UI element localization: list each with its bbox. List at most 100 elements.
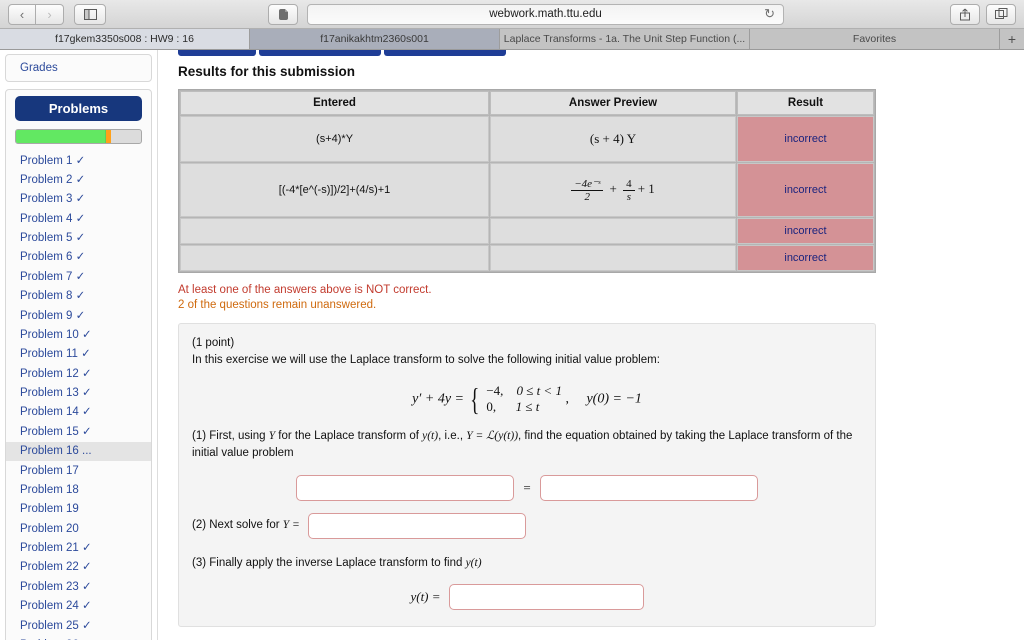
progress-bar — [15, 129, 142, 144]
piecewise-cases: −4, 0 ≤ t < 1 0, 1 ≤ t — [486, 383, 562, 416]
sidebar-item-grades[interactable]: Grades — [6, 60, 151, 76]
problem-correct-icon: ✓ — [72, 212, 86, 225]
results-table-head: Entered Answer Preview Result — [180, 91, 874, 115]
problem-label: Problem 12 — [20, 367, 79, 380]
sidebar-problem-6[interactable]: Problem 6 ✓ — [6, 248, 151, 267]
sidebar-problem-3[interactable]: Problem 3 ✓ — [6, 190, 151, 209]
sidebar-problem-2[interactable]: Problem 2 ✓ — [6, 170, 151, 189]
sidebar-problem-8[interactable]: Problem 8 ✓ — [6, 287, 151, 306]
sidebar-problem-17[interactable]: Problem 17 — [6, 461, 151, 480]
cell-entered — [180, 218, 490, 244]
problem-label: Problem 14 — [20, 406, 79, 419]
step1-text-b: for the Laplace transform of — [275, 430, 423, 442]
share-icon[interactable] — [950, 3, 980, 25]
problem-label: Problem 9 — [20, 309, 73, 322]
tab-0[interactable]: f17gkem3350s008 : HW9 : 16 — [0, 29, 250, 49]
sidebar-problem-21[interactable]: Problem 21 ✓ — [6, 539, 151, 558]
sidebar-problem-24[interactable]: Problem 24 ✓ — [6, 597, 151, 616]
step3-text: (3) Finally apply the inverse Laplace tr… — [192, 556, 466, 569]
answer-input-2[interactable] — [307, 512, 526, 539]
sidebar-problem-1[interactable]: Problem 1 ✓ — [6, 151, 151, 170]
problem-label: Problem 2 — [20, 173, 73, 186]
equals-sign: = — [523, 479, 531, 495]
evernote-extension-button[interactable] — [268, 3, 298, 25]
problem-label: Problem 8 — [20, 290, 73, 303]
sidebar-problem-12[interactable]: Problem 12 ✓ — [6, 364, 151, 383]
sidebar-problem-20[interactable]: Problem 20 — [6, 519, 151, 538]
sidebar-problem-26[interactable]: Problem 26 — [6, 635, 151, 640]
tab-label: f17gkem3350s008 : HW9 : 16 — [55, 33, 194, 45]
equation-comma: , — [565, 390, 569, 406]
sidebar-problem-5[interactable]: Problem 5 ✓ — [6, 229, 151, 248]
problem-label: Problem 1 — [20, 154, 73, 167]
cell-result: incorrect — [736, 218, 874, 244]
new-tab-button[interactable]: + — [1000, 29, 1024, 49]
share-glyph — [960, 8, 970, 20]
fraction-numerator: 4 — [626, 177, 632, 190]
sidebar-problem-19[interactable]: Problem 19 — [6, 500, 151, 519]
fraction-denominator: 2 — [571, 190, 604, 203]
progress-correct-segment — [16, 130, 106, 143]
problem-statement-box: (1 point) In this exercise we will use t… — [178, 323, 876, 627]
problem-label: Problem 11 — [20, 348, 78, 361]
nav-strip-segment — [259, 50, 381, 56]
problem-equation: y′ + 4y = { −4, 0 ≤ t < 1 0, 1 ≤ t , y(0… — [192, 383, 862, 416]
problem-step-3: (3) Finally apply the inverse Laplace tr… — [192, 555, 862, 572]
step1-text-c: , i.e., — [438, 430, 467, 442]
back-icon[interactable]: ‹ — [8, 3, 36, 25]
cell-answer-preview: −4e⁻ˢ 2 + 4 s + 1 — [490, 163, 736, 217]
tab-label: Favorites — [852, 33, 897, 45]
answer-row-1: = — [192, 474, 862, 501]
sidebar-problem-9[interactable]: Problem 9 ✓ — [6, 306, 151, 325]
problem-correct-icon: ✓ — [78, 542, 92, 554]
problem-correct-icon: ✓ — [72, 309, 86, 322]
sidebar-glyph — [83, 8, 97, 20]
preview-tail: + 1 — [637, 180, 655, 196]
step3-symbol-yt: y(t) — [465, 556, 482, 569]
nav-strip-segment — [178, 50, 256, 56]
problem-correct-icon: ✓ — [72, 154, 86, 167]
tab-1[interactable]: f17anikakhtm2360s001 — [250, 29, 500, 49]
cell-entered: [(-4*[e^(-s)])/2]+(4/s)+1 — [180, 163, 490, 217]
problem-label: Problem 23 — [20, 580, 79, 593]
tab-2[interactable]: Laplace Transforms - 1a. The Unit Step F… — [500, 29, 750, 49]
problem-label: Problem 6 — [20, 251, 73, 264]
url-input[interactable]: webwork.math.ttu.edu ↻ — [307, 3, 784, 25]
tabs-overview-icon[interactable] — [986, 3, 1016, 25]
sidebar-problem-14[interactable]: Problem 14 ✓ — [6, 403, 151, 422]
problem-label: Problem 17 — [20, 464, 79, 477]
cell-result: incorrect — [736, 163, 874, 217]
tab-label: Laplace Transforms - 1a. The Unit Step F… — [503, 33, 746, 45]
sidebar-problem-18[interactable]: Problem 18 — [6, 480, 151, 499]
fraction-denominator: s — [623, 189, 635, 203]
sidebar-problem-7[interactable]: Problem 7 ✓ — [6, 267, 151, 286]
sidebar-problem-10[interactable]: Problem 10 ✓ — [6, 325, 151, 344]
sidebar-problem-23[interactable]: Problem 23 ✓ — [6, 577, 151, 596]
results-table-body: (s+4)*Y (s + 4) Y incorrect [(-4*[e^(-s)… — [180, 116, 874, 271]
answer-input-1-right[interactable] — [539, 474, 758, 501]
problem-correct-icon: ✓ — [77, 348, 91, 361]
sidebar-problem-25[interactable]: Problem 25 ✓ — [6, 616, 151, 635]
sidebar-problem-15[interactable]: Problem 15 ✓ — [6, 422, 151, 441]
sidebar-problem-16[interactable]: Problem 16 ... — [6, 441, 151, 461]
problem-correct-icon: ✓ — [72, 232, 86, 244]
reload-icon[interactable]: ↻ — [764, 6, 775, 22]
sidebar-problem-22[interactable]: Problem 22 ✓ — [6, 558, 151, 577]
problem-points: (1 point) — [192, 337, 235, 349]
progress-partial-segment — [106, 130, 111, 143]
cell-answer-preview — [490, 218, 736, 244]
table-row: incorrect — [180, 218, 874, 244]
problem-label: Problem 13 — [20, 387, 79, 399]
forward-icon[interactable]: › — [36, 3, 64, 25]
answer-input-3[interactable] — [448, 583, 644, 610]
page-body: Grades Problems Problem 1 ✓ Problem 2 ✓ Pr… — [0, 50, 1024, 640]
initial-condition: y(0) = −1 — [586, 390, 642, 406]
answer-input-1-left[interactable] — [296, 474, 515, 501]
tab-3[interactable]: Favorites — [750, 29, 1000, 49]
step1-symbol-yt: y(t) — [422, 430, 439, 442]
sidebar-toggle-icon[interactable] — [74, 3, 106, 25]
sidebar-problem-13[interactable]: Problem 13 ✓ — [6, 384, 151, 403]
sidebar-problem-4[interactable]: Problem 4 ✓ — [6, 209, 151, 228]
address-bar[interactable]: webwork.math.ttu.edu ↻ — [307, 3, 784, 25]
sidebar-problem-11[interactable]: Problem 11 ✓ — [6, 345, 151, 364]
